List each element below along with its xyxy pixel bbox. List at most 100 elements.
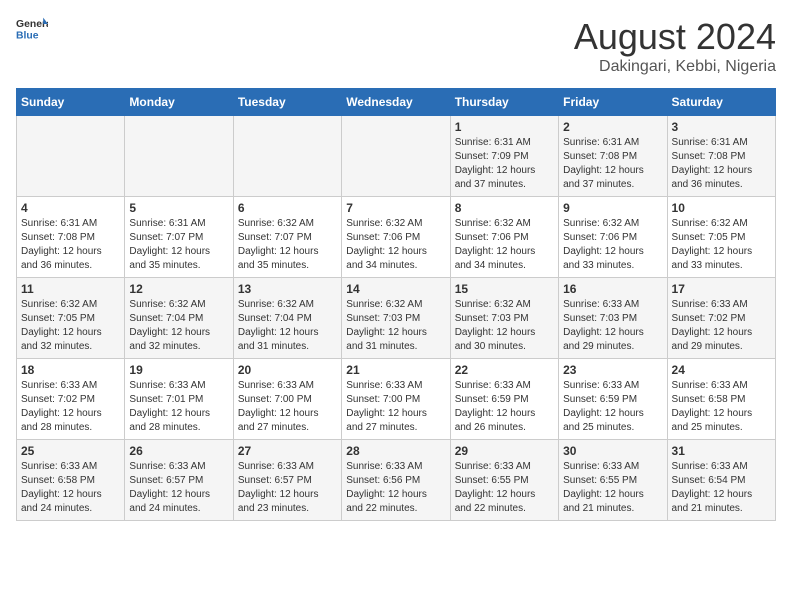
day-number: 11 [21,282,120,296]
calendar-cell: 4 Sunrise: 6:31 AM Sunset: 7:08 PM Daylig… [17,197,125,278]
day-number: 19 [129,363,228,377]
calendar-cell: 17Sunrise: 6:33 AM Sunset: 7:02 PM Dayli… [667,278,775,359]
day-number: 14 [346,282,445,296]
calendar-cell: 23 Sunrise: 6:33 AM Sunset: 6:59 PM Dayli… [559,359,667,440]
day-info: Sunrise: 6:32 AM Sunset: 7:05 PM Dayligh… [672,217,771,273]
day-of-week-saturday: Saturday [667,89,775,116]
day-number: 4 [21,201,120,215]
calendar-cell: 22 Sunrise: 6:33 AM Sunset: 6:59 PM Dayli… [450,359,558,440]
day-number: 10 [672,201,771,215]
day-info: Sunrise: 6:33 AM Sunset: 7:02 PM Dayligh… [21,379,120,435]
calendar-cell: 16 Sunrise: 6:33 AM Sunset: 7:03 PM Dayli… [559,278,667,359]
calendar-week-row: 1 Sunrise: 6:31 AM Sunset: 7:09 PM Daylig… [17,116,776,197]
day-number: 29 [455,444,554,458]
day-number: 17 [672,282,771,296]
calendar-table: SundayMondayTuesdayWednesdayThursdayFrid… [16,88,776,521]
calendar-cell [342,116,450,197]
day-info: Sunrise: 6:33 AM Sunset: 6:57 PM Dayligh… [129,460,228,516]
day-info: Sunrise: 6:31 AM Sunset: 7:08 PM Dayligh… [563,136,662,192]
day-info: Sunrise: 6:31 AM Sunset: 7:08 PM Dayligh… [21,217,120,273]
calendar-cell: 7Sunrise: 6:32 AM Sunset: 7:06 PM Daylig… [342,197,450,278]
calendar-cell: 26 Sunrise: 6:33 AM Sunset: 6:57 PM Dayli… [125,440,233,521]
day-info: Sunrise: 6:31 AM Sunset: 7:09 PM Dayligh… [455,136,554,192]
calendar-cell: 28 Sunrise: 6:33 AM Sunset: 6:56 PM Dayli… [342,440,450,521]
day-number: 9 [563,201,662,215]
calendar-cell: 21Sunrise: 6:33 AM Sunset: 7:00 PM Dayli… [342,359,450,440]
day-number: 3 [672,120,771,134]
day-number: 25 [21,444,120,458]
day-number: 8 [455,201,554,215]
day-number: 6 [238,201,337,215]
day-info: Sunrise: 6:32 AM Sunset: 7:05 PM Dayligh… [21,298,120,354]
calendar-cell: 27 Sunrise: 6:33 AM Sunset: 6:57 PM Dayli… [233,440,341,521]
day-info: Sunrise: 6:33 AM Sunset: 6:54 PM Dayligh… [672,460,771,516]
day-info: Sunrise: 6:33 AM Sunset: 6:59 PM Dayligh… [563,379,662,435]
day-info: Sunrise: 6:33 AM Sunset: 7:00 PM Dayligh… [238,379,337,435]
day-info: Sunrise: 6:32 AM Sunset: 7:03 PM Dayligh… [455,298,554,354]
calendar-cell: 6 Sunrise: 6:32 AM Sunset: 7:07 PM Daylig… [233,197,341,278]
calendar-cell: 15 Sunrise: 6:32 AM Sunset: 7:03 PM Dayli… [450,278,558,359]
calendar-cell: 5Sunrise: 6:31 AM Sunset: 7:07 PM Daylig… [125,197,233,278]
day-info: Sunrise: 6:33 AM Sunset: 6:59 PM Dayligh… [455,379,554,435]
day-info: Sunrise: 6:32 AM Sunset: 7:06 PM Dayligh… [563,217,662,273]
day-number: 1 [455,120,554,134]
day-info: Sunrise: 6:32 AM Sunset: 7:04 PM Dayligh… [129,298,228,354]
calendar-week-row: 25Sunrise: 6:33 AM Sunset: 6:58 PM Dayli… [17,440,776,521]
svg-text:Blue: Blue [16,30,39,41]
day-number: 31 [672,444,771,458]
day-number: 15 [455,282,554,296]
day-info: Sunrise: 6:32 AM Sunset: 7:07 PM Dayligh… [238,217,337,273]
day-info: Sunrise: 6:33 AM Sunset: 6:57 PM Dayligh… [238,460,337,516]
day-number: 5 [129,201,228,215]
month-year-title: August 2024 [574,16,776,58]
calendar-header-row: SundayMondayTuesdayWednesdayThursdayFrid… [17,89,776,116]
page-header: General Blue August 2024 Dakingari, Kebb… [16,16,776,76]
day-of-week-monday: Monday [125,89,233,116]
day-info: Sunrise: 6:31 AM Sunset: 7:08 PM Dayligh… [672,136,771,192]
day-number: 28 [346,444,445,458]
calendar-cell [233,116,341,197]
day-of-week-tuesday: Tuesday [233,89,341,116]
calendar-cell: 25Sunrise: 6:33 AM Sunset: 6:58 PM Dayli… [17,440,125,521]
day-number: 7 [346,201,445,215]
day-number: 13 [238,282,337,296]
day-number: 27 [238,444,337,458]
logo: General Blue [16,16,48,44]
day-number: 2 [563,120,662,134]
title-block: August 2024 Dakingari, Kebbi, Nigeria [574,16,776,76]
calendar-cell: 14 Sunrise: 6:32 AM Sunset: 7:03 PM Dayli… [342,278,450,359]
calendar-cell: 24Sunrise: 6:33 AM Sunset: 6:58 PM Dayli… [667,359,775,440]
calendar-cell: 10 Sunrise: 6:32 AM Sunset: 7:05 PM Dayli… [667,197,775,278]
calendar-cell: 31 Sunrise: 6:33 AM Sunset: 6:54 PM Dayli… [667,440,775,521]
day-number: 20 [238,363,337,377]
day-number: 22 [455,363,554,377]
day-number: 21 [346,363,445,377]
calendar-cell: 11 Sunrise: 6:32 AM Sunset: 7:05 PM Dayli… [17,278,125,359]
day-number: 23 [563,363,662,377]
location-subtitle: Dakingari, Kebbi, Nigeria [574,58,776,76]
calendar-cell [17,116,125,197]
day-info: Sunrise: 6:33 AM Sunset: 6:55 PM Dayligh… [455,460,554,516]
day-info: Sunrise: 6:33 AM Sunset: 7:03 PM Dayligh… [563,298,662,354]
calendar-cell: 3 Sunrise: 6:31 AM Sunset: 7:08 PM Daylig… [667,116,775,197]
day-info: Sunrise: 6:33 AM Sunset: 7:01 PM Dayligh… [129,379,228,435]
calendar-week-row: 4 Sunrise: 6:31 AM Sunset: 7:08 PM Daylig… [17,197,776,278]
calendar-cell: 2 Sunrise: 6:31 AM Sunset: 7:08 PM Daylig… [559,116,667,197]
day-number: 30 [563,444,662,458]
day-number: 12 [129,282,228,296]
calendar-week-row: 18Sunrise: 6:33 AM Sunset: 7:02 PM Dayli… [17,359,776,440]
day-of-week-wednesday: Wednesday [342,89,450,116]
day-info: Sunrise: 6:32 AM Sunset: 7:03 PM Dayligh… [346,298,445,354]
day-of-week-friday: Friday [559,89,667,116]
day-number: 16 [563,282,662,296]
day-info: Sunrise: 6:32 AM Sunset: 7:06 PM Dayligh… [455,217,554,273]
calendar-cell: 19 Sunrise: 6:33 AM Sunset: 7:01 PM Dayli… [125,359,233,440]
day-of-week-sunday: Sunday [17,89,125,116]
day-number: 26 [129,444,228,458]
calendar-week-row: 11 Sunrise: 6:32 AM Sunset: 7:05 PM Dayli… [17,278,776,359]
day-of-week-thursday: Thursday [450,89,558,116]
logo-icon: General Blue [16,16,48,44]
calendar-cell: 8 Sunrise: 6:32 AM Sunset: 7:06 PM Daylig… [450,197,558,278]
day-info: Sunrise: 6:33 AM Sunset: 6:56 PM Dayligh… [346,460,445,516]
calendar-cell: 20 Sunrise: 6:33 AM Sunset: 7:00 PM Dayli… [233,359,341,440]
